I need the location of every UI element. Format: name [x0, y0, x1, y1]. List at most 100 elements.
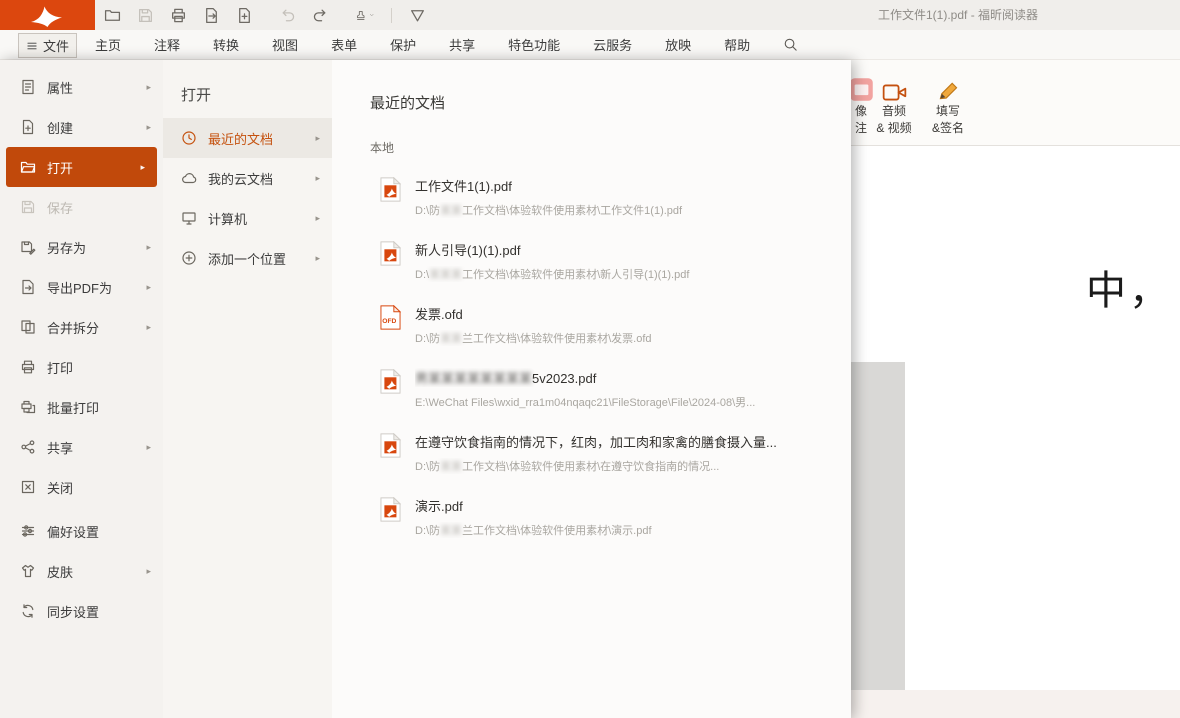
ribbon-button-label: 音频	[868, 103, 920, 119]
print-button[interactable]	[170, 6, 189, 25]
file-menu-item-另存为[interactable]: 另存为▸	[0, 227, 163, 267]
skin-icon	[20, 563, 36, 579]
file-menu-item-导出PDF为[interactable]: 导出PDF为▸	[0, 267, 163, 307]
recent-file-row[interactable]: 演示.pdf D:\防某某兰工作文档\体验软件使用素材\演示.pdf	[332, 490, 851, 554]
file-name: 新人引导(1)(1).pdf	[415, 240, 827, 259]
menu-tab-放映[interactable]: 放映	[665, 35, 691, 54]
file-info: 发票.ofdD:\防某某兰工作文档\体验软件使用素材\发票.ofd	[415, 304, 827, 362]
file-menu-item-保存: 保存	[0, 187, 163, 227]
save-icon	[20, 199, 36, 215]
menu-tab-云服务[interactable]: 云服务	[593, 35, 632, 54]
redo-button[interactable]	[312, 6, 331, 25]
file-path: D:\防某某兰工作文档\体验软件使用素材\演示.pdf	[415, 522, 827, 538]
pdf-file-icon	[380, 496, 402, 554]
nabla-button[interactable]	[409, 6, 428, 25]
open-icon	[20, 159, 36, 175]
file-info: 新人引导(1)(1).pdfD:\某某某工作文档\体验软件使用素材\新人引导(1…	[415, 240, 827, 298]
properties-icon	[20, 79, 36, 95]
menu-tab-主页[interactable]: 主页	[95, 35, 121, 54]
file-path-text: D:\防	[415, 205, 440, 217]
file-info: 演示.pdf D:\防某某兰工作文档\体验软件使用素材\演示.pdf	[415, 496, 827, 554]
recent-file-row[interactable]: 工作文件1(1).pdfD:\防某某工作文档\体验软件使用素材\工作文件1(1)…	[332, 170, 851, 234]
file-name: 发票.ofd	[415, 304, 827, 323]
redacted-text: 男某某某某某某某某	[415, 371, 532, 386]
file-menu-item-label: 批量打印	[47, 398, 99, 417]
add-place-icon	[181, 250, 197, 266]
file-menu-item-偏好设置[interactable]: 偏好设置	[0, 511, 163, 551]
file-name-text: 5v2023.pdf	[532, 371, 596, 386]
search-button[interactable]	[783, 37, 798, 52]
file-name-text: 演示.pdf	[415, 499, 463, 514]
menu-tab-注释[interactable]: 注释	[154, 35, 180, 54]
open-item-我的云文档[interactable]: 我的云文档▸	[163, 158, 332, 198]
open-item-添加一个位置[interactable]: 添加一个位置▸	[163, 238, 332, 278]
file-menu-item-属性[interactable]: 属性▸	[0, 67, 163, 107]
recent-file-row[interactable]: OFD 发票.ofdD:\防某某兰工作文档\体验软件使用素材\发票.ofd	[332, 298, 851, 362]
save-icon	[137, 7, 154, 24]
clock-icon	[181, 130, 198, 147]
file-name-text: 工作文件1(1).pdf	[415, 179, 512, 194]
ribbon-button-fill-sign[interactable]: 填写&签名	[922, 68, 974, 136]
sign-pencil-icon	[922, 68, 974, 102]
share-icon	[20, 439, 36, 455]
file-menu-item-创建[interactable]: 创建▸	[0, 107, 163, 147]
search-icon	[783, 37, 798, 52]
ribbon-button-label: & 视频	[868, 120, 920, 136]
menu-tab-转换[interactable]: 转换	[213, 35, 239, 54]
menu-tab-特色功能[interactable]: 特色功能	[508, 35, 560, 54]
merge-split-icon	[20, 319, 37, 336]
redacted-text: 某某	[440, 461, 462, 473]
file-menu-item-合并拆分[interactable]: 合并拆分▸	[0, 307, 163, 347]
folder-open-icon	[104, 7, 121, 24]
recent-file-row[interactable]: 在遵守饮食指南的情况下，红肉，加工肉和家禽的膳食摄入量...D:\防某某工作文档…	[332, 426, 851, 490]
file-name: 在遵守饮食指南的情况下，红肉，加工肉和家禽的膳食摄入量...	[415, 432, 827, 451]
file-path-text: 兰工作文档\体验软件使用素材\发票.ofd	[462, 333, 651, 345]
file-menu-button[interactable]: 文件	[18, 33, 77, 58]
file-menu-item-打开[interactable]: 打开▸	[6, 147, 157, 187]
foxit-reader-window: 工作文件1(1).pdf - 福昕阅读器 文件 主页注释转换视图表单保护共享特色…	[0, 0, 1180, 718]
sign-pencil-icon	[937, 79, 960, 102]
file-menu-item-批量打印[interactable]: 批量打印	[0, 387, 163, 427]
stamp-tool-icon	[355, 7, 367, 24]
file-menu-item-label: 保存	[47, 198, 73, 217]
menu-tab-保护[interactable]: 保护	[390, 35, 416, 54]
open-item-最近的文档[interactable]: 最近的文档▸	[163, 118, 332, 158]
export-doc-button[interactable]	[203, 6, 222, 25]
submenu-arrow-icon: ▸	[146, 122, 151, 133]
file-info: 男某某某某某某某某5v2023.pdfE:\WeChat Files\wxid_…	[415, 368, 827, 426]
clock-icon	[181, 130, 197, 146]
submenu-arrow-icon: ▸	[146, 282, 151, 293]
ofd-file-icon: OFD	[380, 305, 401, 330]
foxit-logo[interactable]	[0, 0, 95, 30]
open-item-计算机[interactable]: 计算机▸	[163, 198, 332, 238]
file-menu-item-共享[interactable]: 共享▸	[0, 427, 163, 467]
menu-tab-视图[interactable]: 视图	[272, 35, 298, 54]
file-menu-item-皮肤[interactable]: 皮肤▸	[0, 551, 163, 591]
ribbon-button-audio-video[interactable]: 音频& 视频	[868, 68, 920, 136]
menu-tab-共享[interactable]: 共享	[449, 35, 475, 54]
close-doc-icon	[20, 479, 37, 496]
ofd-file-icon: OFD	[380, 304, 402, 362]
batch-print-icon	[20, 399, 36, 415]
window-title: 工作文件1(1).pdf - 福昕阅读器	[878, 0, 1038, 30]
recent-file-row[interactable]: 新人引导(1)(1).pdfD:\某某某工作文档\体验软件使用素材\新人引导(1…	[332, 234, 851, 298]
submenu-arrow-icon: ▸	[146, 82, 151, 93]
stamp-tool-button[interactable]	[355, 6, 374, 25]
nabla-icon	[409, 7, 426, 24]
submenu-arrow-icon: ▸	[146, 322, 151, 333]
file-menu-item-同步设置[interactable]: 同步设置	[0, 591, 163, 631]
menu-tab-表单[interactable]: 表单	[331, 35, 357, 54]
new-doc-button[interactable]	[236, 6, 255, 25]
recent-file-row[interactable]: 男某某某某某某某某5v2023.pdfE:\WeChat Files\wxid_…	[332, 362, 851, 426]
menu-tab-帮助[interactable]: 帮助	[724, 35, 750, 54]
file-menu-item-关闭[interactable]: 关闭	[0, 467, 163, 507]
open-submenu: 打开 最近的文档▸我的云文档▸计算机▸添加一个位置▸	[163, 60, 332, 718]
open-submenu-title: 打开	[163, 60, 332, 118]
camera-icon	[882, 83, 907, 102]
skin-icon	[20, 563, 37, 580]
file-menu-item-打印[interactable]: 打印	[0, 347, 163, 387]
file-menu-item-label: 皮肤	[47, 562, 73, 581]
file-name: 演示.pdf	[415, 496, 827, 515]
file-menu-item-label: 共享	[47, 438, 73, 457]
folder-open-button[interactable]	[104, 6, 123, 25]
